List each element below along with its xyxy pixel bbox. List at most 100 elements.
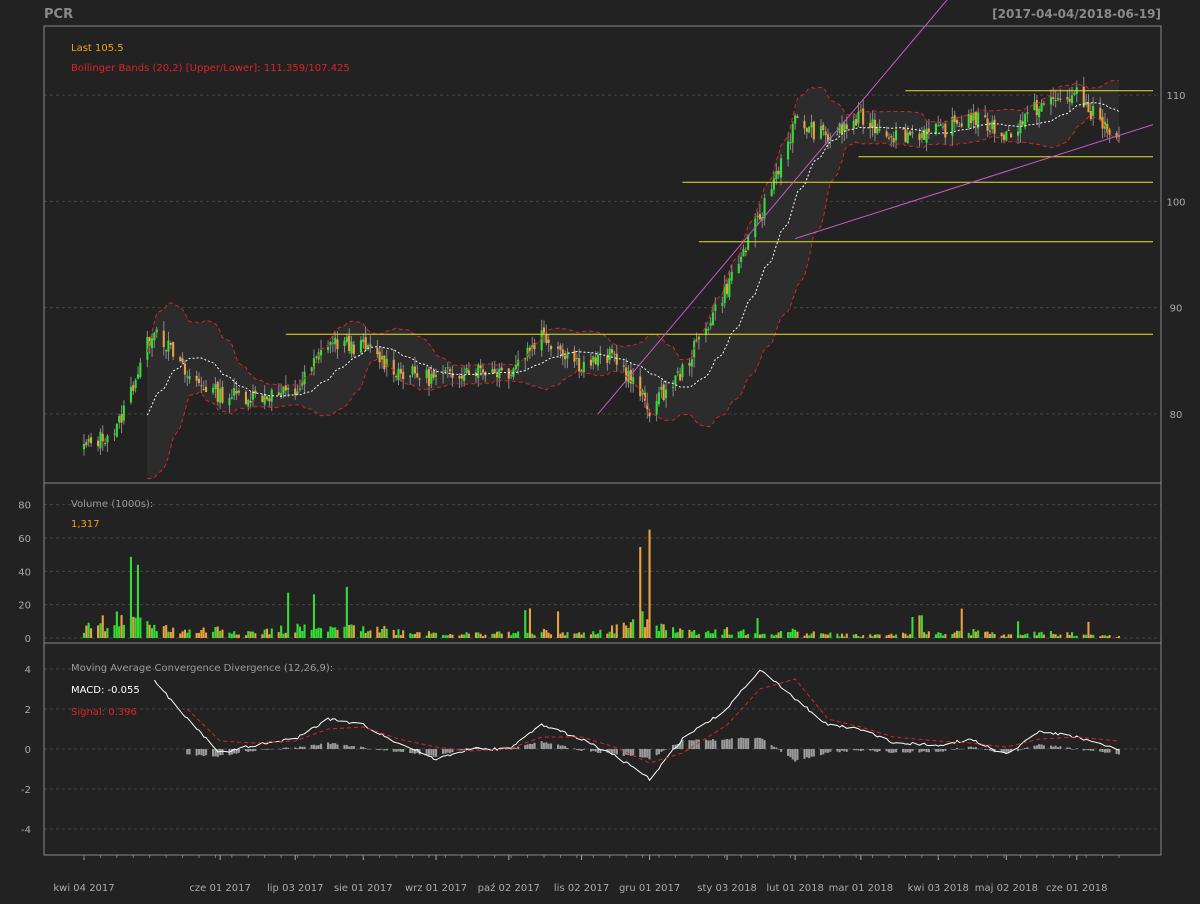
macd-histogram-bar [244, 749, 247, 751]
volume-bar [517, 631, 520, 638]
macd-histogram-bar [381, 749, 384, 750]
volume-bar [920, 615, 923, 638]
volume-bar [906, 635, 909, 638]
volume-bar [237, 634, 240, 638]
volume-bar [195, 632, 198, 638]
macd-histogram-bar [920, 749, 923, 752]
candle-body [1017, 131, 1020, 136]
volume-bar [1075, 635, 1078, 638]
candle-body [179, 357, 182, 361]
macd-histogram-bar [254, 749, 257, 751]
volume-bar [613, 633, 616, 638]
candle-body [988, 130, 991, 132]
macd-histogram-bar [219, 749, 222, 756]
volume-bar [1000, 635, 1003, 638]
volume-bar [481, 636, 484, 638]
candle-body [251, 391, 254, 400]
volume-bar [1103, 635, 1106, 638]
candle-body [432, 371, 435, 378]
volume-bar [941, 635, 944, 638]
volume-bar [460, 634, 463, 638]
macd-histogram-bar [927, 749, 930, 753]
macd-histogram-bar [756, 737, 759, 749]
candle-body [855, 119, 858, 126]
volume-bar [301, 631, 304, 638]
volume-bar [134, 617, 137, 638]
candle-body [411, 365, 414, 375]
volume-bar [812, 631, 815, 638]
volume-bar [385, 628, 388, 638]
candle-body [249, 400, 252, 403]
macd-histogram-bar [1049, 745, 1052, 749]
candle-body [665, 389, 668, 399]
volume-bar [622, 622, 625, 638]
candle-body [383, 355, 386, 370]
candle-body [99, 431, 102, 449]
candle-body [186, 376, 189, 378]
volume-bar [1089, 634, 1092, 638]
candle-body [1054, 100, 1057, 102]
volume-bar [693, 630, 696, 638]
volume-bar [1066, 632, 1069, 638]
macd-histogram-bar [796, 749, 799, 760]
candle-body [294, 388, 297, 396]
volume-bar [484, 634, 487, 638]
volume-bar [967, 632, 970, 638]
candle-body [162, 330, 165, 348]
candle-body [944, 123, 947, 138]
volume-bar [200, 630, 203, 638]
candle-body [984, 115, 987, 118]
volume-bar [674, 632, 677, 638]
candle-body [197, 378, 200, 383]
volume-tick-label: 80 [18, 501, 31, 512]
macd-histogram-bar [435, 749, 438, 757]
macd-histogram-bar [301, 746, 304, 749]
macd-histogram-bar [810, 749, 813, 757]
candle-body [202, 389, 205, 390]
x-tick-label: gru 01 2017 [619, 883, 680, 894]
macd-histogram-bar [1038, 744, 1041, 749]
macd-histogram-bar [188, 749, 191, 755]
candle-body [153, 332, 156, 341]
candle-body [1071, 95, 1074, 104]
volume-bar [984, 631, 987, 638]
candle-body [425, 369, 428, 379]
candle-body [172, 342, 175, 357]
candle-body [836, 134, 839, 136]
candle-body [263, 394, 266, 405]
volume-bar [838, 636, 841, 638]
candle-body [780, 158, 783, 178]
macd-histogram-bar [460, 749, 463, 751]
macd-histogram-bar [1040, 744, 1043, 749]
macd-histogram-bar [277, 748, 280, 750]
volume-bar [320, 628, 323, 638]
candle-body [477, 364, 480, 378]
macd-tick-label: 4 [25, 665, 31, 676]
volume-bar [632, 619, 635, 638]
macd-histogram-bar [665, 749, 668, 750]
candle-body [1000, 132, 1003, 137]
volume-bar [409, 633, 412, 638]
volume-bar [573, 633, 576, 638]
volume-bar [582, 632, 585, 638]
volume-bar [493, 633, 496, 638]
volume-bar [474, 632, 477, 638]
volume-bar [528, 608, 531, 638]
macd-histogram-bar [726, 739, 729, 749]
volume-bar [442, 635, 445, 638]
volume-bar [287, 592, 290, 638]
volume-bar [845, 633, 848, 638]
macd-histogram-bar [787, 749, 790, 756]
volume-bar [359, 631, 362, 638]
volume-bar [1021, 635, 1024, 638]
candle-body [280, 393, 283, 396]
macd-histogram-bar [902, 749, 905, 753]
volume-bar [435, 632, 438, 638]
candle-body [904, 129, 907, 142]
candle-body [573, 350, 576, 362]
volume-bar [1073, 636, 1076, 638]
x-tick-label: sty 03 2018 [697, 883, 757, 894]
macd-histogram-bar [1108, 749, 1111, 753]
volume-bar [383, 625, 386, 638]
candle-body [920, 132, 923, 139]
